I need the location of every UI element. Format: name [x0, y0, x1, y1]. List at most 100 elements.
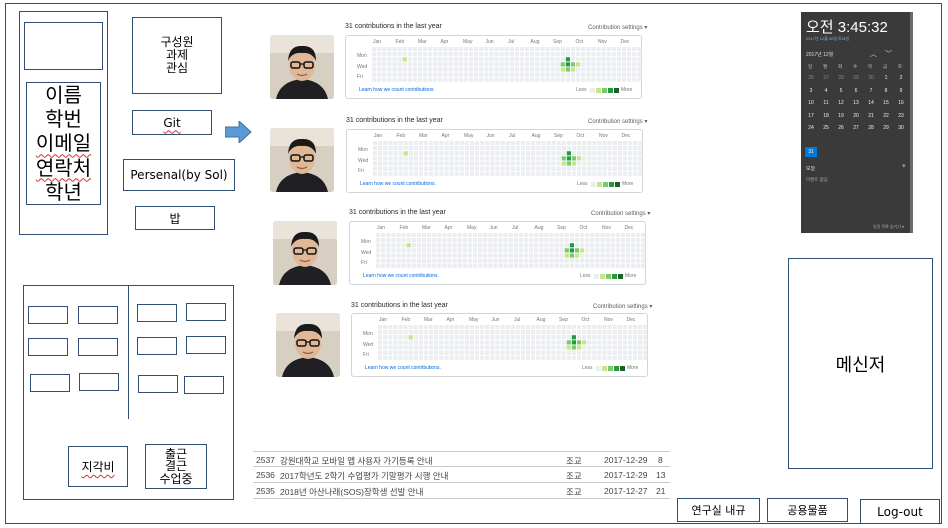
seat[interactable]: [79, 373, 119, 391]
contribution-cell[interactable]: [587, 350, 592, 355]
contribution-cell[interactable]: [602, 350, 607, 355]
contribution-cell[interactable]: [428, 52, 433, 57]
contribution-cell[interactable]: [391, 248, 396, 253]
contribution-cell[interactable]: [514, 52, 519, 57]
contribution-cell[interactable]: [544, 233, 549, 238]
contribution-cell[interactable]: [468, 72, 474, 77]
contribution-cell[interactable]: [638, 141, 643, 146]
contribution-cell[interactable]: [544, 253, 549, 258]
contribution-cell[interactable]: [503, 238, 508, 243]
contribution-cell[interactable]: [592, 345, 597, 350]
contribution-cell[interactable]: [546, 340, 551, 345]
calendar-day[interactable]: 30: [895, 125, 907, 131]
contribution-cell[interactable]: [525, 67, 530, 72]
contribution-cell[interactable]: [433, 52, 438, 57]
contribution-cell[interactable]: [585, 248, 590, 253]
contribution-cell[interactable]: [514, 72, 519, 77]
contribution-cell[interactable]: [392, 47, 397, 52]
contribution-cell[interactable]: [561, 166, 566, 171]
contribution-cell-active[interactable]: [569, 248, 574, 253]
contribution-cell[interactable]: [539, 248, 544, 253]
contribution-cell[interactable]: [498, 243, 503, 248]
contribution-cell[interactable]: [582, 345, 587, 350]
contribution-cell[interactable]: [586, 67, 591, 72]
contribution-cell[interactable]: [628, 151, 633, 156]
contribution-cell[interactable]: [531, 151, 536, 156]
contribution-cell[interactable]: [381, 263, 386, 268]
contribution-cell[interactable]: [560, 52, 565, 57]
contribution-cell[interactable]: [438, 62, 443, 67]
contribution-cell[interactable]: [576, 52, 581, 57]
contribution-cell[interactable]: [607, 350, 612, 355]
contribution-cell[interactable]: [602, 156, 607, 161]
contribution-cell[interactable]: [534, 263, 539, 268]
contribution-cell[interactable]: [413, 350, 418, 355]
contribution-cell[interactable]: [463, 72, 468, 77]
contribution-cell[interactable]: [464, 146, 469, 151]
contribution-cell[interactable]: [493, 258, 498, 263]
contribution-cell[interactable]: [525, 335, 531, 340]
contribution-cell[interactable]: [510, 330, 515, 335]
contribution-cell[interactable]: [443, 52, 448, 57]
contribution-cell[interactable]: [469, 355, 474, 360]
contribution-cell[interactable]: [398, 330, 403, 335]
contribution-cell[interactable]: [622, 141, 628, 146]
contribution-cell[interactable]: [592, 350, 597, 355]
contribution-cell[interactable]: [621, 57, 627, 62]
contribution-cell[interactable]: [633, 350, 638, 355]
contribution-cell[interactable]: [480, 151, 485, 156]
contribution-settings-dropdown[interactable]: Contribution settings ▾: [593, 303, 652, 310]
contribution-cell[interactable]: [596, 62, 601, 67]
contribution-cell[interactable]: [443, 62, 448, 67]
contribution-cell[interactable]: [416, 248, 421, 253]
contribution-cell[interactable]: [474, 62, 479, 67]
contribution-cell[interactable]: [372, 62, 377, 67]
contribution-cell[interactable]: [597, 161, 602, 166]
contribution-cell[interactable]: [484, 52, 489, 57]
contribution-cell[interactable]: [490, 325, 495, 330]
contribution-cell[interactable]: [433, 67, 438, 72]
contribution-cell[interactable]: [401, 253, 406, 258]
contribution-cell[interactable]: [429, 350, 434, 355]
contribution-cell[interactable]: [433, 57, 438, 62]
contribution-cell[interactable]: [541, 141, 546, 146]
contribution-cell[interactable]: [551, 355, 556, 360]
contribution-cell[interactable]: [485, 340, 490, 345]
contribution-cell[interactable]: [393, 156, 398, 161]
contribution-cell[interactable]: [403, 156, 408, 161]
contribution-cell[interactable]: [413, 325, 418, 330]
contribution-cell[interactable]: [596, 57, 601, 62]
contribution-cell[interactable]: [493, 248, 498, 253]
contribution-cell[interactable]: [610, 253, 615, 258]
calendar-day[interactable]: 29: [880, 125, 892, 131]
contribution-cell[interactable]: [632, 77, 637, 82]
contribution-cell[interactable]: [383, 146, 388, 151]
calendar-day[interactable]: 4: [820, 88, 832, 94]
contribution-cell[interactable]: [596, 67, 601, 72]
contribution-cell[interactable]: [612, 151, 617, 156]
contribution-cell[interactable]: [607, 156, 612, 161]
contribution-cell[interactable]: [510, 141, 515, 146]
contribution-cell[interactable]: [580, 233, 585, 238]
contribution-cell[interactable]: [595, 243, 600, 248]
contribution-cell[interactable]: [433, 77, 438, 82]
contribution-cell[interactable]: [398, 335, 403, 340]
calendar-day[interactable]: 13: [850, 100, 862, 106]
contribution-cell[interactable]: [434, 156, 439, 161]
contribution-cell[interactable]: [554, 248, 559, 253]
contribution-cell[interactable]: [387, 57, 392, 62]
contribution-cell[interactable]: [463, 52, 468, 57]
contribution-cell[interactable]: [462, 253, 467, 258]
contribution-cell[interactable]: [561, 345, 566, 350]
contribution-cell[interactable]: [620, 248, 625, 253]
contribution-cell[interactable]: [427, 253, 432, 258]
contribution-cell[interactable]: [556, 350, 561, 355]
contribution-cell-active[interactable]: [580, 248, 585, 253]
contribution-cell[interactable]: [428, 57, 433, 62]
contribution-cell[interactable]: [381, 238, 386, 243]
contribution-cell[interactable]: [434, 151, 439, 156]
contribution-cell[interactable]: [509, 72, 514, 77]
contribution-cell[interactable]: [444, 330, 449, 335]
contribution-cell[interactable]: [587, 166, 592, 171]
contribution-cell[interactable]: [577, 161, 582, 166]
